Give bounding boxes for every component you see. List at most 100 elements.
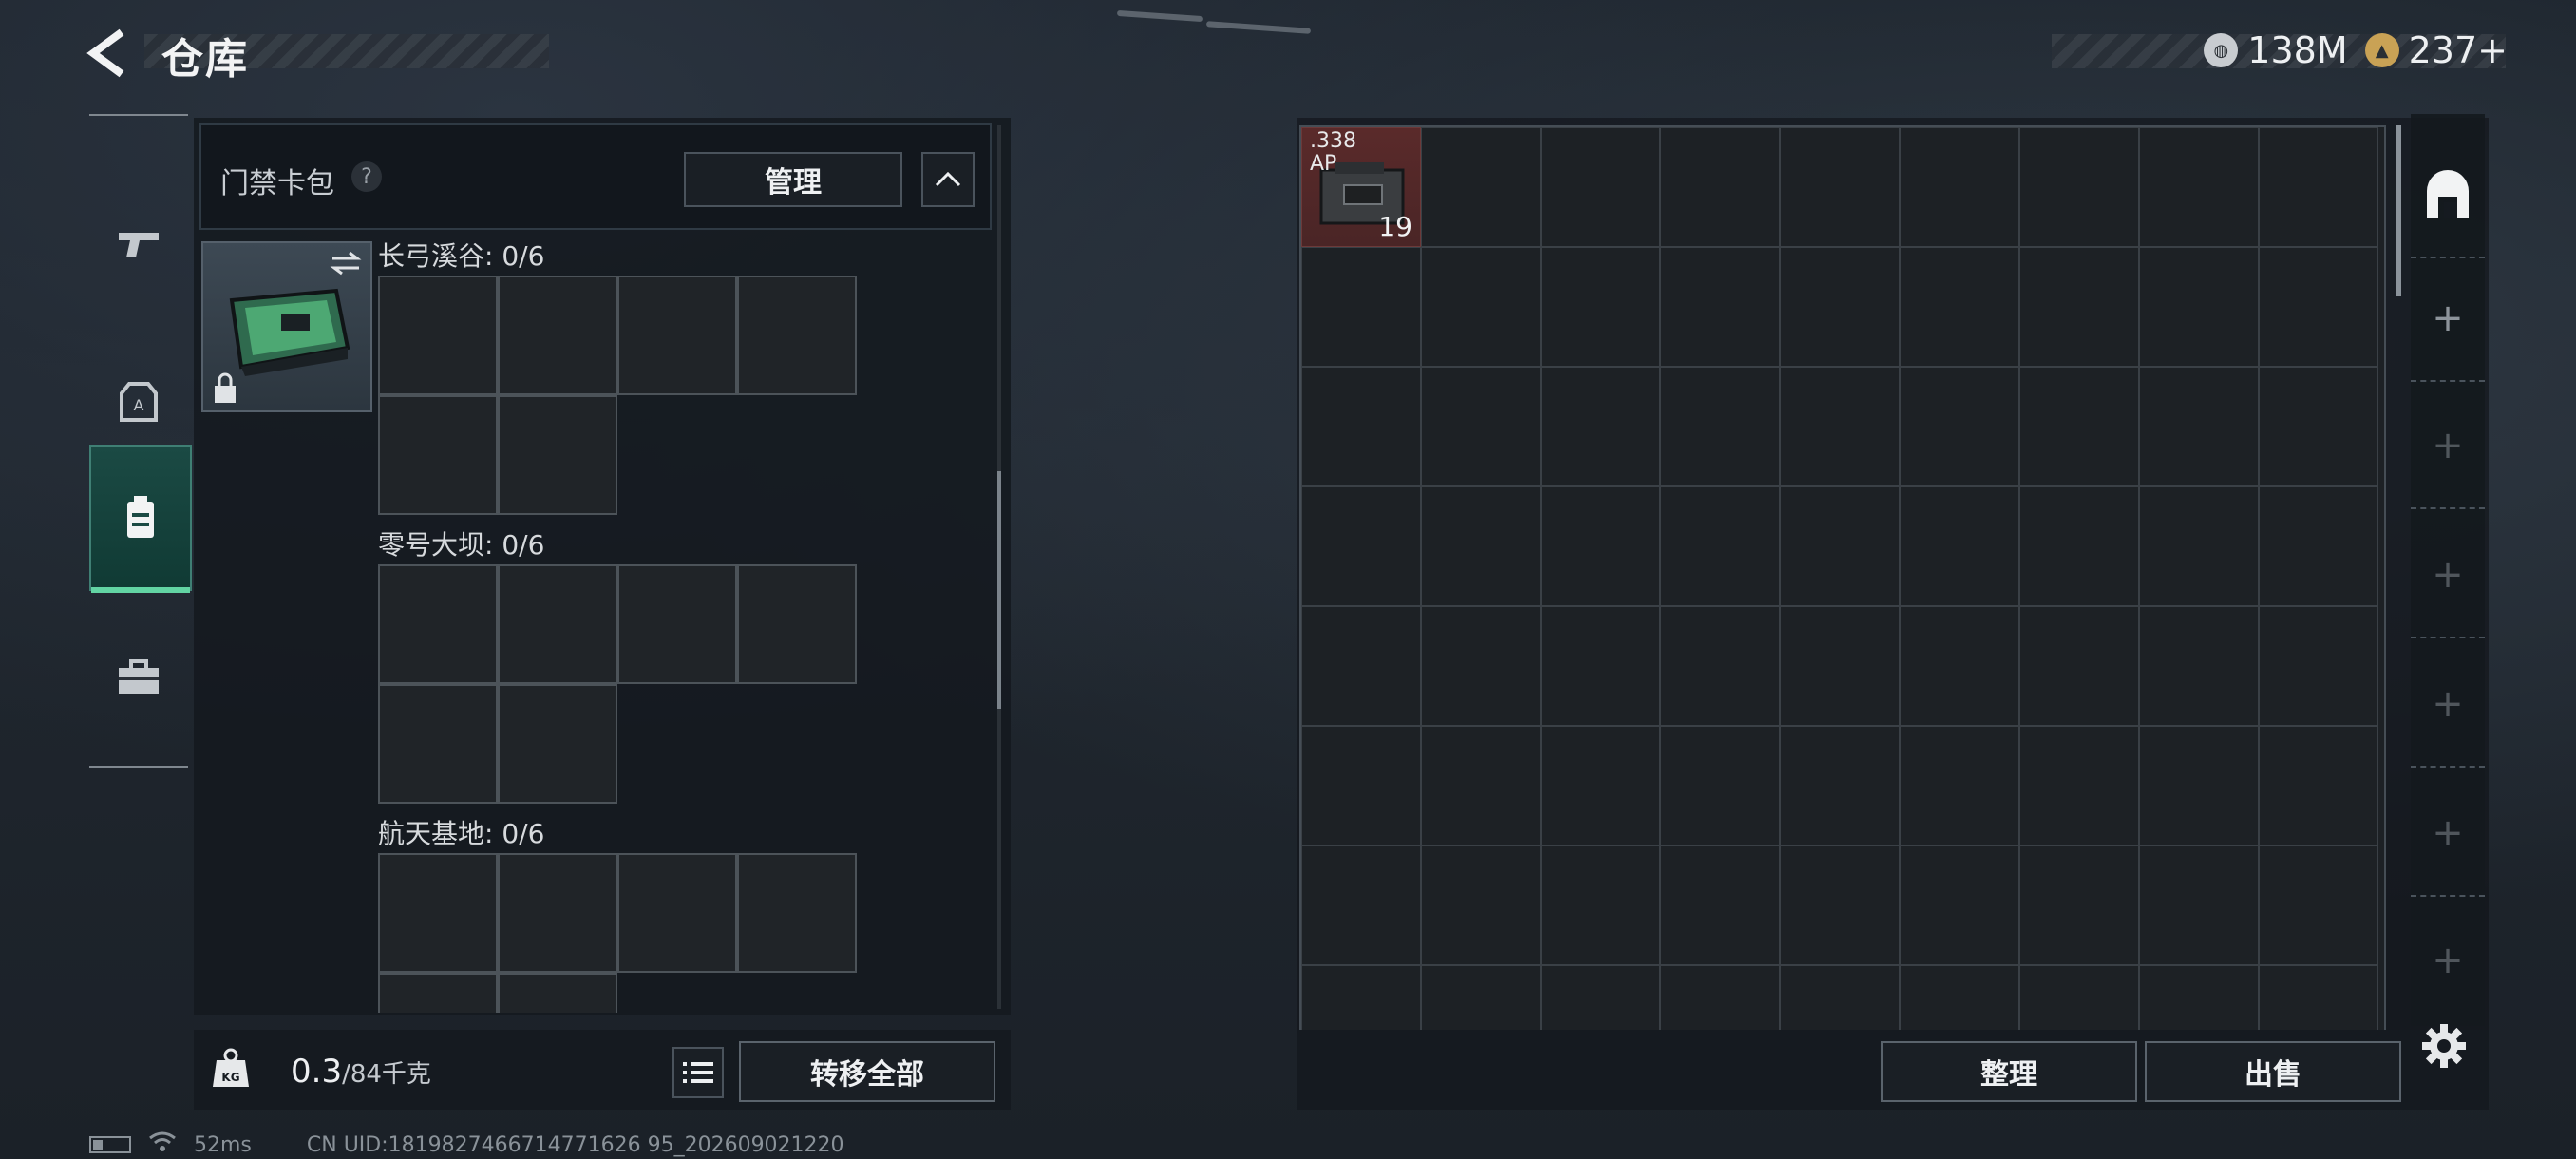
stash-cell[interactable] — [1541, 127, 1660, 247]
help-icon[interactable]: ? — [351, 162, 382, 192]
stash-grid[interactable] — [1299, 125, 2386, 1032]
stash-cell[interactable] — [1421, 367, 1541, 486]
stash-cell[interactable] — [1660, 965, 1780, 1030]
stash-cell[interactable] — [1541, 486, 1660, 606]
manage-button[interactable]: 管理 — [684, 152, 902, 207]
stash-cell[interactable] — [2139, 247, 2259, 367]
stash-cell[interactable] — [1541, 846, 1660, 965]
stash-cell[interactable] — [2259, 247, 2378, 367]
keycard-slot[interactable] — [617, 564, 737, 684]
stash-cell[interactable] — [1660, 127, 1780, 247]
stash-tab-add[interactable]: + — [2411, 513, 2485, 638]
stash-cell[interactable] — [1780, 846, 1900, 965]
stash-cell[interactable] — [1301, 965, 1421, 1030]
keycard-slot[interactable] — [617, 276, 737, 395]
back-button[interactable] — [84, 27, 137, 80]
stash-cell[interactable] — [1780, 606, 1900, 726]
stash-cell[interactable] — [2019, 127, 2139, 247]
keycard-slot[interactable] — [737, 276, 857, 395]
stash-cell[interactable] — [2259, 367, 2378, 486]
stash-cell[interactable] — [2139, 127, 2259, 247]
list-view-button[interactable] — [672, 1047, 724, 1098]
stash-cell[interactable] — [2259, 846, 2378, 965]
stash-cell[interactable] — [1421, 247, 1541, 367]
stash-cell[interactable] — [1301, 486, 1421, 606]
stash-cell[interactable] — [2139, 606, 2259, 726]
stash-cell[interactable] — [2259, 127, 2378, 247]
stash-cell[interactable] — [1780, 965, 1900, 1030]
stash-cell[interactable] — [1780, 127, 1900, 247]
stash-cell[interactable] — [1301, 726, 1421, 846]
keycard-slot[interactable] — [378, 276, 498, 395]
stash-cell[interactable] — [1780, 726, 1900, 846]
stash-cell[interactable] — [1541, 367, 1660, 486]
keycard-slot[interactable] — [498, 564, 617, 684]
stash-cell[interactable] — [1421, 127, 1541, 247]
stash-cell[interactable] — [1780, 486, 1900, 606]
stash-cell[interactable] — [1900, 965, 2019, 1030]
stash-cell[interactable] — [1541, 247, 1660, 367]
keycard-slot[interactable] — [378, 395, 498, 515]
stash-cell[interactable] — [1541, 726, 1660, 846]
stash-cell[interactable] — [1900, 726, 2019, 846]
nav-item-tools[interactable] — [89, 606, 188, 749]
settings-button[interactable] — [2420, 1022, 2468, 1070]
stash-cell[interactable] — [1900, 846, 2019, 965]
stash-cell[interactable] — [1301, 846, 1421, 965]
stash-cell[interactable] — [1421, 965, 1541, 1030]
stash-cell[interactable] — [1900, 127, 2019, 247]
stash-cell[interactable] — [2139, 486, 2259, 606]
stash-cell[interactable] — [2019, 486, 2139, 606]
nav-item-keycards[interactable] — [89, 445, 192, 593]
stash-tab-add[interactable]: + — [2411, 384, 2485, 509]
stash-cell[interactable] — [2019, 606, 2139, 726]
stash-cell[interactable] — [1421, 726, 1541, 846]
keycard-slot[interactable] — [498, 853, 617, 973]
stash-cell[interactable] — [1900, 606, 2019, 726]
collapse-button[interactable] — [921, 152, 975, 207]
stash-tab-add[interactable]: + — [2411, 899, 2485, 1022]
stash-cell[interactable] — [2139, 846, 2259, 965]
keycard-scroll-thumb[interactable] — [997, 471, 1001, 709]
keycard-slot[interactable] — [378, 684, 498, 804]
stash-tab-add[interactable]: + — [2411, 771, 2485, 897]
keycard-slot[interactable] — [378, 853, 498, 973]
stash-cell[interactable] — [1900, 247, 2019, 367]
stash-cell[interactable] — [1660, 486, 1780, 606]
stash-cell[interactable] — [1541, 606, 1660, 726]
stash-cell[interactable] — [2139, 367, 2259, 486]
keycard-slot[interactable] — [498, 276, 617, 395]
stash-cell[interactable] — [1660, 247, 1780, 367]
stash-scroll-thumb[interactable] — [2396, 125, 2401, 296]
keycard-slot[interactable] — [378, 564, 498, 684]
sell-button[interactable]: 出售 — [2145, 1041, 2401, 1102]
keycard-slot[interactable] — [737, 564, 857, 684]
keycard-slot[interactable] — [498, 973, 617, 1013]
stash-tab-main[interactable] — [2411, 133, 2485, 258]
stash-tab-add[interactable]: + — [2411, 642, 2485, 768]
swap-icon[interactable] — [329, 249, 363, 277]
stash-cell[interactable] — [1301, 367, 1421, 486]
stash-cell[interactable] — [2139, 726, 2259, 846]
stash-cell[interactable] — [1541, 965, 1660, 1030]
stash-cell[interactable] — [1780, 247, 1900, 367]
stash-cell[interactable] — [1301, 606, 1421, 726]
keycard-slot[interactable] — [737, 853, 857, 973]
stash-tab-add[interactable]: + — [2411, 256, 2485, 382]
stash-cell[interactable] — [1301, 247, 1421, 367]
keycard-slot[interactable] — [617, 853, 737, 973]
keycard-slot[interactable] — [378, 973, 498, 1013]
stash-cell[interactable] — [1900, 367, 2019, 486]
keycard-slot[interactable] — [498, 684, 617, 804]
nav-item-weapons[interactable] — [89, 173, 188, 315]
stash-cell[interactable] — [1780, 367, 1900, 486]
keycard-slot[interactable] — [498, 395, 617, 515]
sort-button[interactable]: 整理 — [1881, 1041, 2137, 1102]
stash-cell[interactable] — [2139, 965, 2259, 1030]
transfer-all-button[interactable]: 转移全部 — [739, 1041, 995, 1102]
stash-cell[interactable] — [2259, 965, 2378, 1030]
stash-cell[interactable] — [2019, 965, 2139, 1030]
stash-cell[interactable] — [2019, 367, 2139, 486]
stash-cell[interactable] — [2259, 486, 2378, 606]
ammo-item[interactable]: .338 AP 19 — [1301, 127, 1421, 247]
